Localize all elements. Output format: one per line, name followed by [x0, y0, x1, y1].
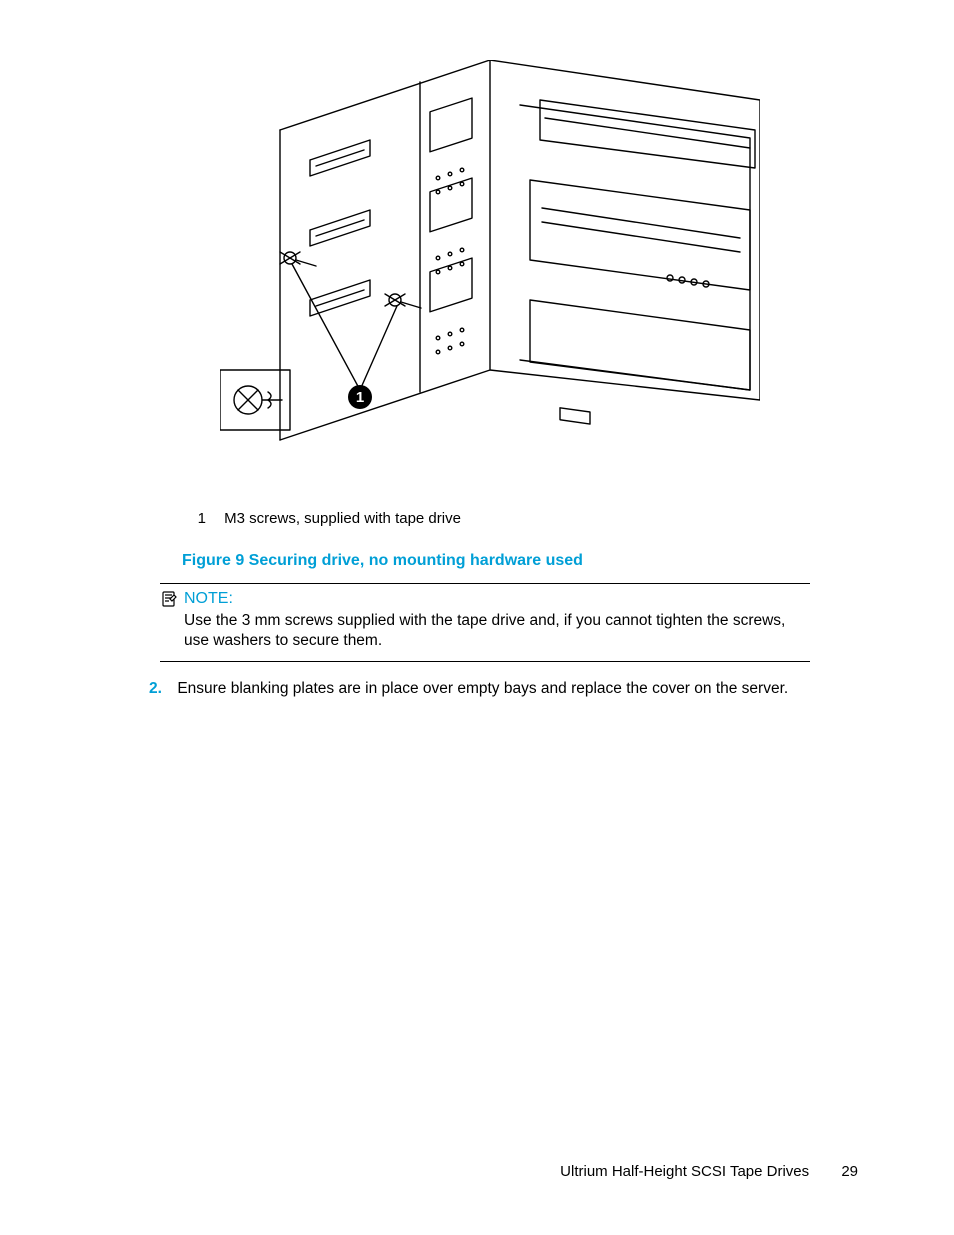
step-number: 2. [149, 680, 173, 698]
page-footer: Ultrium Half-Height SCSI Tape Drives 29 [560, 1163, 858, 1180]
note-icon [160, 590, 178, 608]
note-label: NOTE: [184, 590, 810, 608]
callout-marker: 1 [356, 389, 364, 406]
drive-securing-illustration: 1 [220, 60, 760, 450]
figure-caption: Figure 9 Securing drive, no mounting har… [182, 552, 583, 570]
step-row: 2. Ensure blanking plates are in place o… [149, 680, 819, 698]
callout-text: M3 screws, supplied with tape drive [224, 510, 461, 527]
footer-doc-title: Ultrium Half-Height SCSI Tape Drives [560, 1163, 809, 1180]
step-text: Ensure blanking plates are in place over… [177, 680, 788, 697]
page: 1 1 M3 screws, supplied with tape drive … [0, 0, 954, 1235]
callout-number: 1 [188, 510, 206, 527]
note-body: Use the 3 mm screws supplied with the ta… [184, 611, 810, 651]
note-block: NOTE: Use the 3 mm screws supplied with … [160, 583, 810, 662]
footer-page-number: 29 [841, 1163, 858, 1180]
figure-callout-row: 1 M3 screws, supplied with tape drive [188, 510, 461, 527]
figure-illustration: 1 [220, 60, 760, 450]
